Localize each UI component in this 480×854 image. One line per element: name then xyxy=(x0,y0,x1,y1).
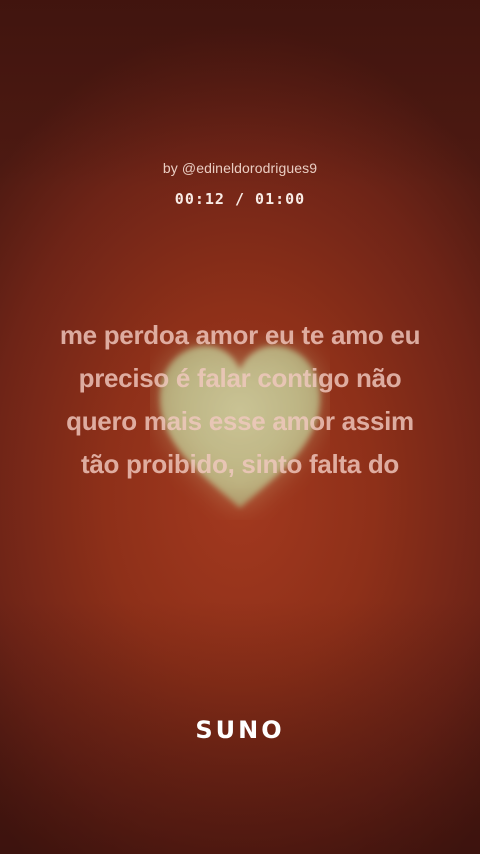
lyrics-text: me perdoa amor eu te amo eu preciso é fa… xyxy=(30,314,450,486)
playback-time: 00:12 / 01:00 xyxy=(0,190,480,208)
lyrics-line: tão proibido, sinto falta do xyxy=(80,449,400,479)
lyrics-line: me perdoa amor eu te amo eu xyxy=(59,320,421,350)
creator-credit: by @edineldorodrigues9 xyxy=(162,160,318,176)
time-separator: / xyxy=(234,190,246,208)
current-time: 00:12 xyxy=(174,190,225,208)
suno-logo: SUNO xyxy=(195,716,285,744)
lyrics-line: quero mais esse amor assim xyxy=(66,406,414,436)
video-screen: by @edineldorodrigues9 00:12 / 01:00 me … xyxy=(0,0,480,854)
total-duration: 01:00 xyxy=(255,190,306,208)
lyrics-line: preciso é falar contigo não xyxy=(78,363,402,393)
